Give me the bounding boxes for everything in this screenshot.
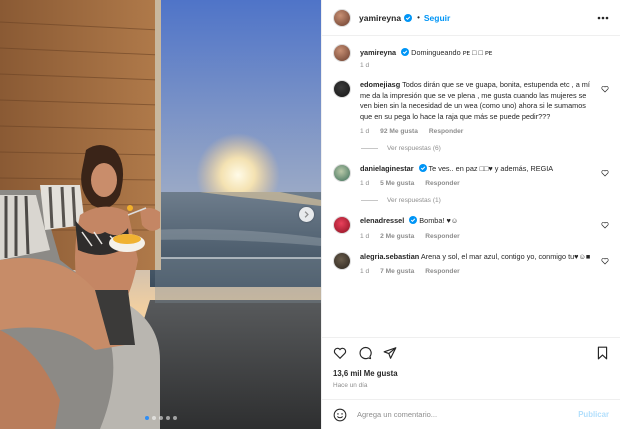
comment-text: Te ves.. en paz □□♥ y además, REGIA [428, 164, 554, 174]
comment-age: 1 d [360, 268, 370, 276]
verified-icon [418, 164, 427, 173]
follow-button[interactable]: Seguir [424, 13, 450, 23]
more-options-icon[interactable] [597, 16, 609, 20]
comment-age: 1 d [360, 180, 370, 188]
view-replies-button[interactable]: Ver respuestas (1) [361, 197, 609, 204]
comment-likes[interactable]: 5 Me gusta [380, 180, 414, 187]
author-avatar[interactable] [333, 44, 351, 62]
post-actions: 13,6 mil Me gusta Hace un día [322, 337, 620, 389]
reply-button[interactable]: Responder [429, 128, 463, 135]
comment-like-icon[interactable] [601, 169, 609, 177]
comment-text: Bomba! ♥☺ [419, 216, 459, 226]
comment-row: alegria.sebastian Arena y sol, el mar az… [333, 251, 609, 276]
caption-row: yamireyna Domingueando ᴘᴇ □ □ ᴘᴇ 1 d [333, 44, 609, 69]
carousel-indicator [145, 416, 177, 420]
verified-icon [404, 13, 413, 22]
comments-list[interactable]: yamireyna Domingueando ᴘᴇ □ □ ᴘᴇ 1 d edo… [322, 36, 620, 337]
comment-input[interactable] [357, 410, 579, 419]
commenter-avatar[interactable] [333, 251, 351, 270]
commenter-avatar[interactable] [333, 164, 351, 183]
post-header: yamireyna • Seguir [322, 0, 620, 36]
comment-like-icon[interactable] [601, 221, 609, 229]
next-photo-button[interactable] [299, 207, 314, 222]
instagram-post-modal: yamireyna • Seguir yamireyna Domingueand… [0, 0, 620, 429]
caption-text: Domingueando ᴘᴇ □ □ ᴘᴇ [411, 48, 493, 57]
carousel-dot [173, 416, 177, 420]
post-timestamp: Hace un día [333, 382, 368, 389]
comment-like-icon[interactable] [601, 85, 609, 93]
verified-icon [401, 48, 410, 56]
likes-count[interactable]: 13,6 mil Me gusta [333, 369, 609, 378]
comment-age: 1 d [360, 128, 370, 136]
share-icon[interactable] [383, 346, 397, 360]
like-icon[interactable] [333, 346, 347, 360]
emoji-icon[interactable] [333, 408, 347, 422]
view-replies-button[interactable]: Ver respuestas (6) [361, 145, 609, 152]
reply-button[interactable]: Responder [425, 268, 459, 275]
author-avatar[interactable] [333, 8, 351, 27]
carousel-dot [166, 416, 170, 420]
next-photo-icon [304, 211, 309, 218]
post-side-panel: yamireyna • Seguir yamireyna Domingueand… [321, 0, 620, 429]
verified-icon [409, 216, 418, 225]
comment-row: edomejiasg Todos dirán que se ve guapa, … [333, 80, 609, 135]
photo-scene [0, 0, 321, 429]
commenter-avatar[interactable] [333, 80, 351, 99]
caption-username[interactable]: yamireyna [360, 48, 396, 57]
carousel-dot-active [145, 416, 149, 420]
comment-likes[interactable]: 92 Me gusta [380, 128, 418, 135]
save-icon[interactable] [596, 346, 609, 360]
comment-age: 1 d [360, 232, 370, 240]
comment-username[interactable]: edomejiasg [360, 80, 400, 89]
comment-icon[interactable] [358, 346, 372, 360]
post-photo[interactable] [0, 0, 321, 429]
view-replies-label: Ver respuestas (6) [387, 145, 441, 153]
comment-text: Arena y sol, el mar azul, contigo yo, co… [420, 251, 591, 261]
comment-like-icon[interactable] [601, 257, 609, 265]
comment-row: danielaginestar Te ves.. en paz □□♥ y ad… [333, 164, 609, 187]
comment-username[interactable]: danielaginestar [360, 164, 414, 173]
comment-likes[interactable]: 2 Me gusta [380, 233, 414, 240]
carousel-dot [152, 416, 156, 420]
carousel-dot [159, 416, 163, 420]
add-comment-bar: Publicar [322, 399, 620, 429]
reply-button[interactable]: Responder [425, 233, 459, 240]
commenter-avatar[interactable] [333, 216, 351, 235]
reply-button[interactable]: Responder [425, 180, 459, 187]
header-separator: • [417, 13, 420, 22]
comment-username[interactable]: elenadressel [360, 216, 404, 225]
comment-username[interactable]: alegria.sebastian [360, 252, 419, 261]
view-replies-label: Ver respuestas (1) [387, 197, 441, 205]
comment-row: elenadressel Bomba! ♥☺ 1 d 2 Me gusta Re… [333, 216, 609, 240]
caption-age: 1 d [360, 62, 370, 70]
author-username[interactable]: yamireyna [359, 13, 401, 23]
comment-likes[interactable]: 7 Me gusta [380, 268, 414, 275]
publish-button[interactable]: Publicar [578, 410, 609, 419]
